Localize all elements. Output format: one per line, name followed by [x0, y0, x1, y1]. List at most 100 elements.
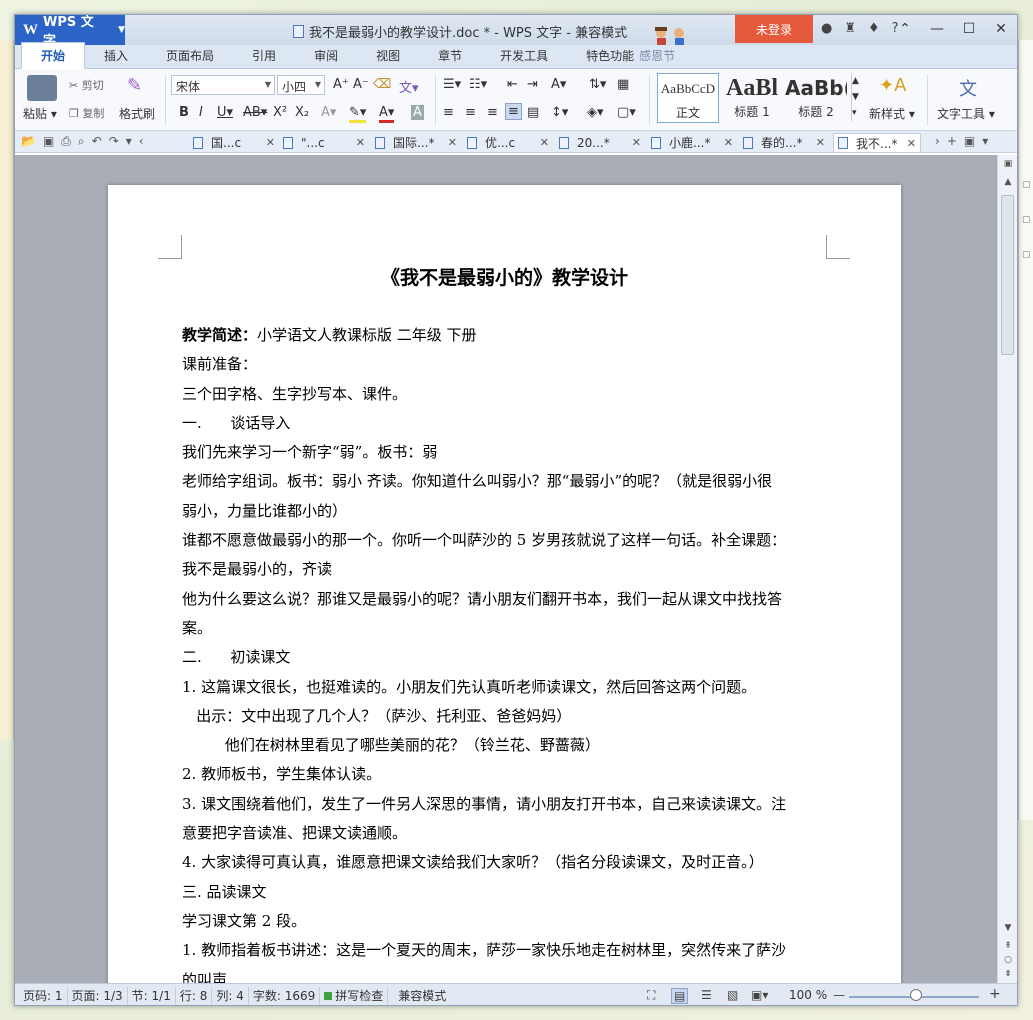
tab-scroll-left-icon[interactable]: ‹ [139, 134, 144, 149]
full-screen-view-icon[interactable]: ⛶ [647, 988, 655, 1003]
collapse-ribbon-icon[interactable]: ⌃ [889, 15, 921, 43]
login-button[interactable]: 未登录 [735, 15, 813, 43]
scroll-up-icon[interactable]: ▲ [1001, 177, 1015, 187]
tab-review[interactable]: 审阅 [295, 43, 357, 68]
doc-tab[interactable]: 国际...* ✕ [375, 133, 457, 152]
table-icon[interactable]: ▦ [617, 77, 629, 92]
text-tools-icon[interactable]: 文 [959, 75, 977, 101]
zoom-level[interactable]: 100 % [789, 988, 827, 1002]
close-tab-icon[interactable]: ✕ [907, 137, 916, 150]
align-center-icon[interactable]: ≡ [465, 105, 476, 120]
font-size-select[interactable]: 小四 ▼ [277, 75, 325, 95]
tab-home[interactable]: 开始 [21, 42, 86, 69]
distribute-icon[interactable]: ▤ [527, 105, 539, 120]
zoom-out-icon[interactable]: — [833, 988, 845, 1002]
style-normal[interactable]: AaBbCcD 正文 [657, 73, 719, 123]
format-painter-icon[interactable]: ✎ [127, 75, 142, 96]
vertical-scrollbar[interactable]: ▣ ▲ ▼ ⇞ ○ ⇟ [997, 155, 1017, 983]
paste-icon[interactable] [27, 75, 57, 101]
minimize-button[interactable]: — [921, 15, 953, 43]
tab-insert[interactable]: 插入 [85, 43, 147, 68]
status-word-count[interactable]: 字数: 1669 [249, 987, 321, 1004]
clear-format-icon[interactable]: ⌫ [373, 77, 391, 92]
new-tab-icon[interactable]: + [947, 134, 957, 148]
doc-tab[interactable]: "...c ✕ [283, 133, 365, 152]
justify-icon[interactable]: ≡ [505, 103, 522, 120]
shirt-icon[interactable]: ♦ [868, 21, 880, 36]
skin-icon[interactable]: ♜ [844, 21, 856, 36]
spell-check-toggle[interactable]: 拼写检查 [320, 987, 389, 1004]
scrollbar-thumb[interactable] [1001, 195, 1014, 355]
doc-tab[interactable]: 20...* ✕ [559, 133, 641, 152]
side-panel-toggle[interactable] [1017, 545, 1018, 645]
close-tab-icon[interactable]: ✕ [724, 136, 733, 149]
save-icon[interactable]: ▣ [43, 134, 54, 149]
maximize-button[interactable]: ☐ [953, 15, 985, 43]
style-gallery-scroll[interactable]: ▲ ▼ ▾ [851, 73, 859, 121]
web-view-icon[interactable]: ▧ [727, 988, 738, 1002]
doc-tab-active[interactable]: 我不...* ✕ [833, 133, 921, 152]
doc-tab[interactable]: 优...c ✕ [467, 133, 549, 152]
close-tab-icon[interactable]: ✕ [816, 136, 825, 149]
app-menu-button[interactable]: W WPS 文字 ▼ [15, 15, 125, 49]
redo-icon[interactable]: ↷ [109, 134, 119, 149]
tab-page-layout[interactable]: 页面布局 [147, 43, 233, 68]
page-view-icon[interactable]: ▤ [671, 988, 689, 1004]
superscript-icon[interactable]: X² [273, 105, 287, 120]
align-left-icon[interactable]: ≡ [443, 105, 454, 120]
tab-scroll-right-icon[interactable]: › [935, 134, 940, 148]
select-browse-icon[interactable]: ○ [1001, 955, 1015, 965]
text-effect-icon[interactable]: A▾ [321, 105, 336, 120]
format-painter-button[interactable]: 格式刷 [119, 105, 155, 122]
font-name-select[interactable]: 宋体 ▼ [171, 75, 275, 95]
document-body[interactable]: 教学简述：小学语文人教课标版 二年级 下册 课前准备： 三个田字格、生字抄写本、… [182, 321, 832, 983]
phonetic-guide-icon[interactable]: 文▾ [399, 77, 419, 96]
font-color-icon[interactable]: A▾ [379, 105, 395, 123]
tab-list-icon[interactable]: ▣ [964, 134, 975, 148]
border-icon[interactable]: ▢▾ [617, 105, 636, 120]
style-heading-2[interactable]: AaBb( 标题 2 [785, 73, 847, 123]
close-tab-icon[interactable]: ✕ [356, 136, 365, 149]
tab-close-all-icon[interactable]: ▾ [982, 134, 988, 148]
highlight-icon[interactable]: ✎▾ [349, 105, 367, 123]
text-tools-button[interactable]: 文字工具 ▾ [937, 105, 995, 122]
tab-references[interactable]: 引用 [233, 43, 295, 68]
bold-icon[interactable]: B [179, 105, 189, 120]
numbered-list-icon[interactable]: ☷▾ [469, 77, 487, 92]
scroll-down-icon[interactable]: ▼ [1001, 923, 1015, 933]
shrink-font-icon[interactable]: A⁻ [353, 77, 369, 92]
bullet-list-icon[interactable]: ☰▾ [443, 77, 461, 92]
decrease-indent-icon[interactable]: ⇤ [507, 77, 518, 92]
strikethrough-icon[interactable]: AB▾ [243, 105, 267, 120]
cut-button[interactable]: ✂ 剪切 [69, 77, 104, 93]
customize-icon[interactable]: ▾ [126, 134, 132, 149]
zoom-slider-handle[interactable] [910, 989, 922, 1001]
document-page[interactable]: 《我不是最弱小的》教学设计 教学简述：小学语文人教课标版 二年级 下册 课前准备… [108, 185, 901, 983]
line-spacing-icon[interactable]: ↕▾ [551, 105, 568, 120]
shading-icon[interactable]: ◈▾ [587, 105, 604, 120]
print-icon[interactable]: ⎙ [61, 134, 71, 149]
close-tab-icon[interactable]: ✕ [448, 136, 457, 149]
sort-icon[interactable]: ⇅▾ [589, 77, 606, 92]
tab-chapter[interactable]: 章节 [419, 43, 481, 68]
style-heading-1[interactable]: AaBl 标题 1 [721, 73, 783, 123]
increase-indent-icon[interactable]: ⇥ [527, 77, 538, 92]
doc-tab[interactable]: 国...c ✕ [193, 133, 275, 152]
close-tab-icon[interactable]: ✕ [266, 136, 275, 149]
reading-view-icon[interactable]: ▣▾ [751, 988, 768, 1002]
thanksgiving-banner[interactable]: 感恩节 [639, 43, 675, 68]
next-page-icon[interactable]: ⇟ [1001, 969, 1015, 979]
open-icon[interactable]: 📂 [21, 134, 36, 149]
tab-developer[interactable]: 开发工具 [481, 43, 567, 68]
doc-tab[interactable]: 小鹿...* ✕ [651, 133, 733, 152]
grow-font-icon[interactable]: A⁺ [333, 77, 349, 92]
new-style-icon[interactable]: ✦A [879, 75, 906, 96]
zoom-in-icon[interactable]: + [989, 986, 1001, 1002]
italic-icon[interactable]: I [199, 105, 203, 120]
previous-page-icon[interactable]: ⇞ [1001, 941, 1015, 951]
close-tab-icon[interactable]: ✕ [632, 136, 641, 149]
tab-view[interactable]: 视图 [357, 43, 419, 68]
outline-view-icon[interactable]: ☰ [701, 988, 712, 1002]
char-shading-icon[interactable]: A [411, 105, 424, 120]
document-area[interactable]: 《我不是最弱小的》教学设计 教学简述：小学语文人教课标版 二年级 下册 课前准备… [15, 155, 997, 983]
